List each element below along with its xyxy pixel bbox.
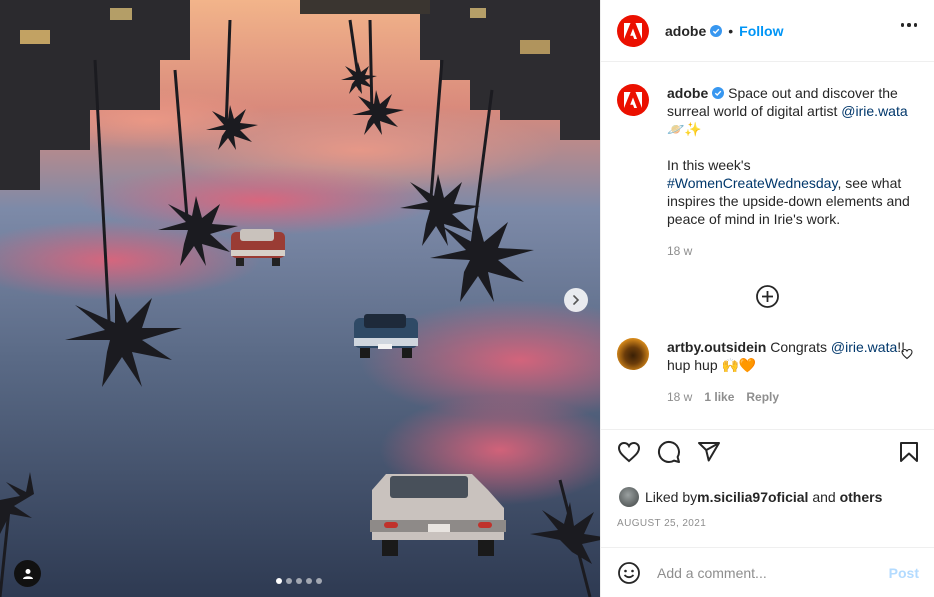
- post-caption: adobe Space out and discover the surreal…: [617, 84, 927, 260]
- post-media[interactable]: [0, 0, 600, 597]
- comment-before: Congrats: [766, 339, 831, 355]
- chevron-right-icon: [573, 295, 580, 305]
- carousel-dot: [296, 578, 302, 584]
- caption-username[interactable]: adobe: [667, 85, 708, 101]
- like-heart-icon[interactable]: [617, 440, 641, 464]
- adobe-logo-icon: [624, 22, 642, 39]
- likes-summary: Liked by ​m.sicilia97oficial and others: [619, 487, 882, 507]
- post-header: adobe • Follow: [601, 0, 934, 62]
- caption-text: adobe Space out and discover the surreal…: [667, 84, 927, 260]
- commenter-avatar[interactable]: [617, 338, 649, 370]
- liker-avatar[interactable]: [619, 487, 639, 507]
- adobe-logo-icon: [624, 92, 642, 108]
- more-dot-icon: [907, 23, 911, 27]
- account-avatar[interactable]: [617, 14, 649, 47]
- carousel-dot: [286, 578, 292, 584]
- comment-mention[interactable]: @irie.wata: [831, 339, 897, 355]
- comment-likes[interactable]: 1 like: [704, 388, 734, 406]
- user-tag-icon: [22, 568, 33, 579]
- save-bookmark-icon[interactable]: [897, 440, 921, 464]
- comment-emoji: 🙌🧡: [721, 357, 757, 373]
- carousel-indicator: [276, 578, 322, 584]
- more-dot-icon: [900, 23, 904, 27]
- add-comment-bar: Post: [601, 547, 934, 597]
- plus-circle-icon: [756, 285, 779, 308]
- verified-badge-icon: [710, 24, 723, 37]
- post-image: [0, 0, 600, 597]
- caption-line2: In this week's: [667, 157, 751, 173]
- instagram-post: adobe • Follow adobe Space out and disco…: [0, 0, 934, 597]
- load-more-comments-button[interactable]: [755, 284, 780, 309]
- caption-hashtag[interactable]: #WomenCreateWednesday: [667, 175, 837, 191]
- comment-input[interactable]: [657, 564, 867, 581]
- share-send-icon[interactable]: [697, 440, 721, 464]
- carousel-dot: [276, 578, 282, 584]
- verified-badge-icon: [712, 87, 725, 99]
- caption-avatar[interactable]: [617, 84, 649, 116]
- follow-button[interactable]: Follow: [739, 23, 783, 39]
- comment-bubble-icon[interactable]: [657, 440, 681, 464]
- caption-time: 18 w: [667, 244, 693, 258]
- comment-time: 18 w: [667, 390, 693, 404]
- header-separator: •: [728, 22, 734, 39]
- post-actions: [601, 440, 934, 476]
- emoji-icon[interactable]: [617, 561, 641, 585]
- post-sidebar: adobe • Follow adobe Space out and disco…: [600, 0, 934, 597]
- liker-username[interactable]: m.sicilia97oficial: [697, 489, 808, 505]
- comments-section[interactable]: adobe Space out and discover the surreal…: [601, 62, 934, 430]
- caption-mention[interactable]: @irie.wata: [841, 103, 907, 119]
- like-comment-heart-icon[interactable]: [901, 348, 913, 360]
- carousel-dot: [306, 578, 312, 584]
- carousel-next-button[interactable]: [564, 288, 588, 312]
- caption-emoji: 🪐✨: [667, 121, 702, 137]
- more-options-button[interactable]: [900, 23, 917, 27]
- likes-middle: and: [808, 489, 840, 505]
- comment-reply-button[interactable]: Reply: [746, 388, 779, 406]
- tagged-users-button[interactable]: [14, 560, 41, 587]
- post-comment-button[interactable]: Post: [889, 565, 919, 581]
- comment-text: artby.outsidein Congrats @irie.wata!! hu…: [667, 338, 907, 406]
- more-dot-icon: [913, 23, 917, 27]
- comment-item: artby.outsidein Congrats @irie.wata!! hu…: [617, 338, 927, 406]
- post-date[interactable]: AUGUST 25, 2021: [617, 518, 706, 529]
- comment-meta: 18 w 1 like Reply: [667, 388, 907, 406]
- likes-others-link[interactable]: others: [840, 489, 883, 505]
- likes-prefix: Liked by: [645, 489, 698, 505]
- account-username[interactable]: adobe: [665, 23, 706, 39]
- carousel-dot: [316, 578, 322, 584]
- commenter-username[interactable]: artby.outsidein: [667, 339, 766, 355]
